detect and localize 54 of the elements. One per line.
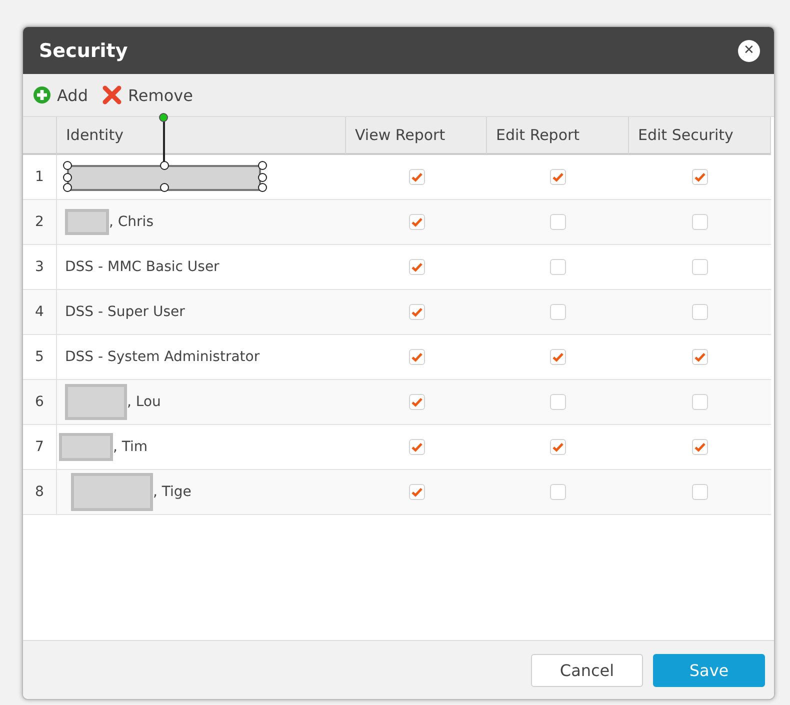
checkbox[interactable]	[692, 484, 708, 500]
identity-name: , Tige	[153, 484, 192, 500]
checkbox[interactable]	[692, 394, 708, 410]
identity-name: , Chris	[109, 214, 154, 230]
row-number: 5	[23, 335, 57, 380]
x-icon	[102, 85, 122, 105]
row-number: 3	[23, 245, 57, 290]
checked-checkbox[interactable]	[408, 169, 424, 185]
column-header: Edit Security	[629, 117, 771, 155]
checked-checkbox[interactable]	[408, 304, 424, 320]
close-button[interactable]: ✕	[738, 40, 760, 62]
identity-name: DSS - MMC Basic User	[65, 259, 220, 275]
cancel-button[interactable]: Cancel	[531, 654, 643, 686]
selected-redaction-drawing[interactable]	[63, 113, 267, 192]
row-number: 4	[23, 290, 57, 335]
checked-checkbox[interactable]	[408, 259, 424, 275]
checkbox[interactable]	[550, 394, 566, 410]
row-number: 1	[23, 155, 57, 200]
checkbox[interactable]	[550, 259, 566, 275]
checked-checkbox[interactable]	[550, 349, 566, 365]
checked-checkbox[interactable]	[692, 439, 708, 455]
row-number: 6	[23, 380, 57, 425]
checked-checkbox[interactable]	[692, 169, 708, 185]
identity-name: DSS - System Administrator	[65, 349, 260, 365]
dialog-title: Security	[39, 40, 128, 62]
identity-name: , Lou	[127, 394, 161, 410]
remove-button[interactable]: Remove	[102, 85, 193, 105]
identity-name: , Tim	[113, 439, 148, 455]
column-header: Edit Report	[487, 117, 629, 155]
checked-checkbox[interactable]	[408, 439, 424, 455]
checked-checkbox[interactable]	[408, 394, 424, 410]
checked-checkbox[interactable]	[408, 214, 424, 230]
column-header: View Report	[346, 117, 487, 155]
checkbox[interactable]	[550, 484, 566, 500]
checked-checkbox[interactable]	[550, 169, 566, 185]
add-button[interactable]: Add	[33, 86, 88, 104]
checked-checkbox[interactable]	[408, 484, 424, 500]
checkbox[interactable]	[550, 214, 566, 230]
identity-name: DSS - Super User	[65, 304, 185, 320]
row-number: 7	[23, 425, 57, 470]
row-number: 8	[23, 470, 57, 515]
checkbox[interactable]	[550, 304, 566, 320]
checked-checkbox[interactable]	[550, 439, 566, 455]
column-header: Identity	[57, 117, 346, 155]
redaction-block	[65, 384, 127, 420]
plus-icon	[33, 86, 51, 104]
checked-checkbox[interactable]	[692, 349, 708, 365]
redaction-block	[65, 209, 109, 235]
checked-checkbox[interactable]	[408, 349, 424, 365]
redaction-block	[59, 433, 113, 461]
checkbox[interactable]	[692, 259, 708, 275]
checkbox[interactable]	[692, 304, 708, 320]
checkbox[interactable]	[692, 214, 708, 230]
row-number: 2	[23, 200, 57, 245]
